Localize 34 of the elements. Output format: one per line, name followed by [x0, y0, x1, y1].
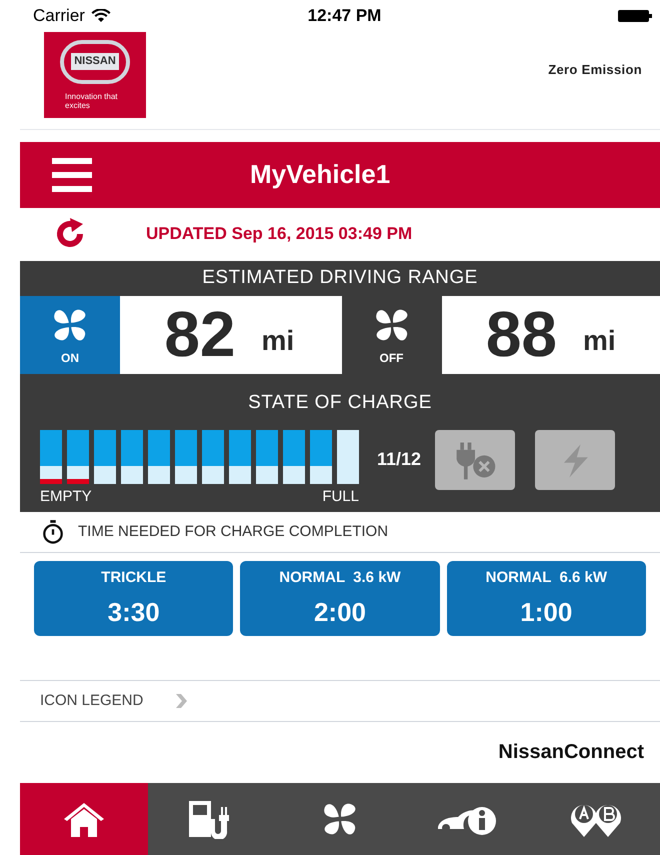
- climate-toggle[interactable]: OFF: [342, 296, 442, 374]
- menu-button[interactable]: [52, 158, 92, 192]
- section-title: ESTIMATED DRIVING RANGE: [202, 266, 478, 290]
- vehicle-title: MyVehicle1: [250, 158, 390, 192]
- section-title: STATE OF CHARGE: [248, 391, 432, 416]
- brand-logo: Zero Emission: [548, 60, 642, 79]
- charge-time: 2:00: [314, 596, 366, 630]
- section-title: TIME NEEDED FOR CHARGE COMPLETION: [78, 522, 388, 542]
- charge-mode: NORMAL 6.6 kW: [486, 568, 608, 588]
- brand-logo: NissanConnect: [498, 740, 644, 766]
- charge-time: 1:00: [520, 596, 572, 630]
- legend-link[interactable]: ICON LEGEND: [40, 690, 144, 712]
- logo-wordmark: NISSAN: [71, 53, 119, 70]
- updated-timestamp: UPDATED Sep 16, 2015 03:49 PM: [146, 223, 412, 246]
- range-unit: mi: [583, 324, 616, 358]
- battery-icon: [618, 8, 652, 23]
- climate-label: OFF: [380, 350, 404, 368]
- wifi-icon: [90, 8, 111, 23]
- climate-label: ON: [61, 350, 79, 368]
- range-unit: mi: [262, 324, 294, 358]
- climate-toggle[interactable]: ON: [20, 296, 120, 374]
- range-value: 88: [486, 302, 557, 366]
- meter-label: EMPTY: [40, 486, 92, 507]
- home-tab[interactable]: [20, 782, 148, 855]
- meter-label: FULL: [322, 486, 359, 507]
- range-value: 82: [164, 302, 236, 366]
- logo-tagline: Innovation that excites: [65, 92, 118, 110]
- charge-mode: TRICKLE: [101, 568, 166, 588]
- timer-icon: [42, 520, 64, 544]
- clock-time: 12:47 PM: [308, 5, 382, 28]
- charge-time: 3:30: [108, 596, 160, 630]
- charge-mode: NORMAL 3.6 kW: [279, 568, 401, 588]
- carrier-label: Carrier: [33, 5, 85, 28]
- charge-reading: 11/12: [377, 448, 422, 471]
